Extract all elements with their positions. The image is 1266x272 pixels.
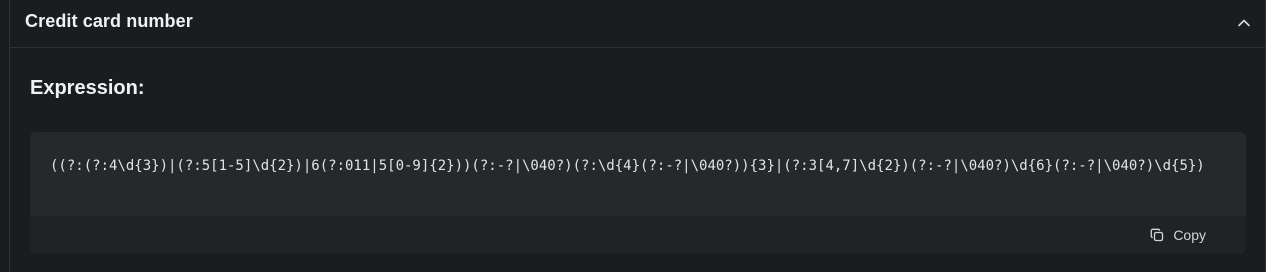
section-title: Credit card number <box>25 11 193 31</box>
expression-heading: Expression: <box>30 77 145 99</box>
regex-panel: Credit card number Expression: ((?:(?:4\… <box>9 0 1266 272</box>
regex-code: ((?:(?:4\d{3})|(?:5[1-5]\d{2})|6(?:011|5… <box>50 158 1205 174</box>
copy-button[interactable]: Copy <box>1150 225 1206 245</box>
code-footer: Copy <box>30 216 1246 254</box>
collapse-button[interactable] <box>1233 12 1255 34</box>
chevron-up-icon <box>1238 19 1250 27</box>
code-block: ((?:(?:4\d{3})|(?:5[1-5]\d{2})|6(?:011|5… <box>30 132 1246 254</box>
copy-icon <box>1150 228 1164 242</box>
copy-label: Copy <box>1173 227 1206 243</box>
section-header[interactable]: Credit card number <box>10 0 1265 48</box>
